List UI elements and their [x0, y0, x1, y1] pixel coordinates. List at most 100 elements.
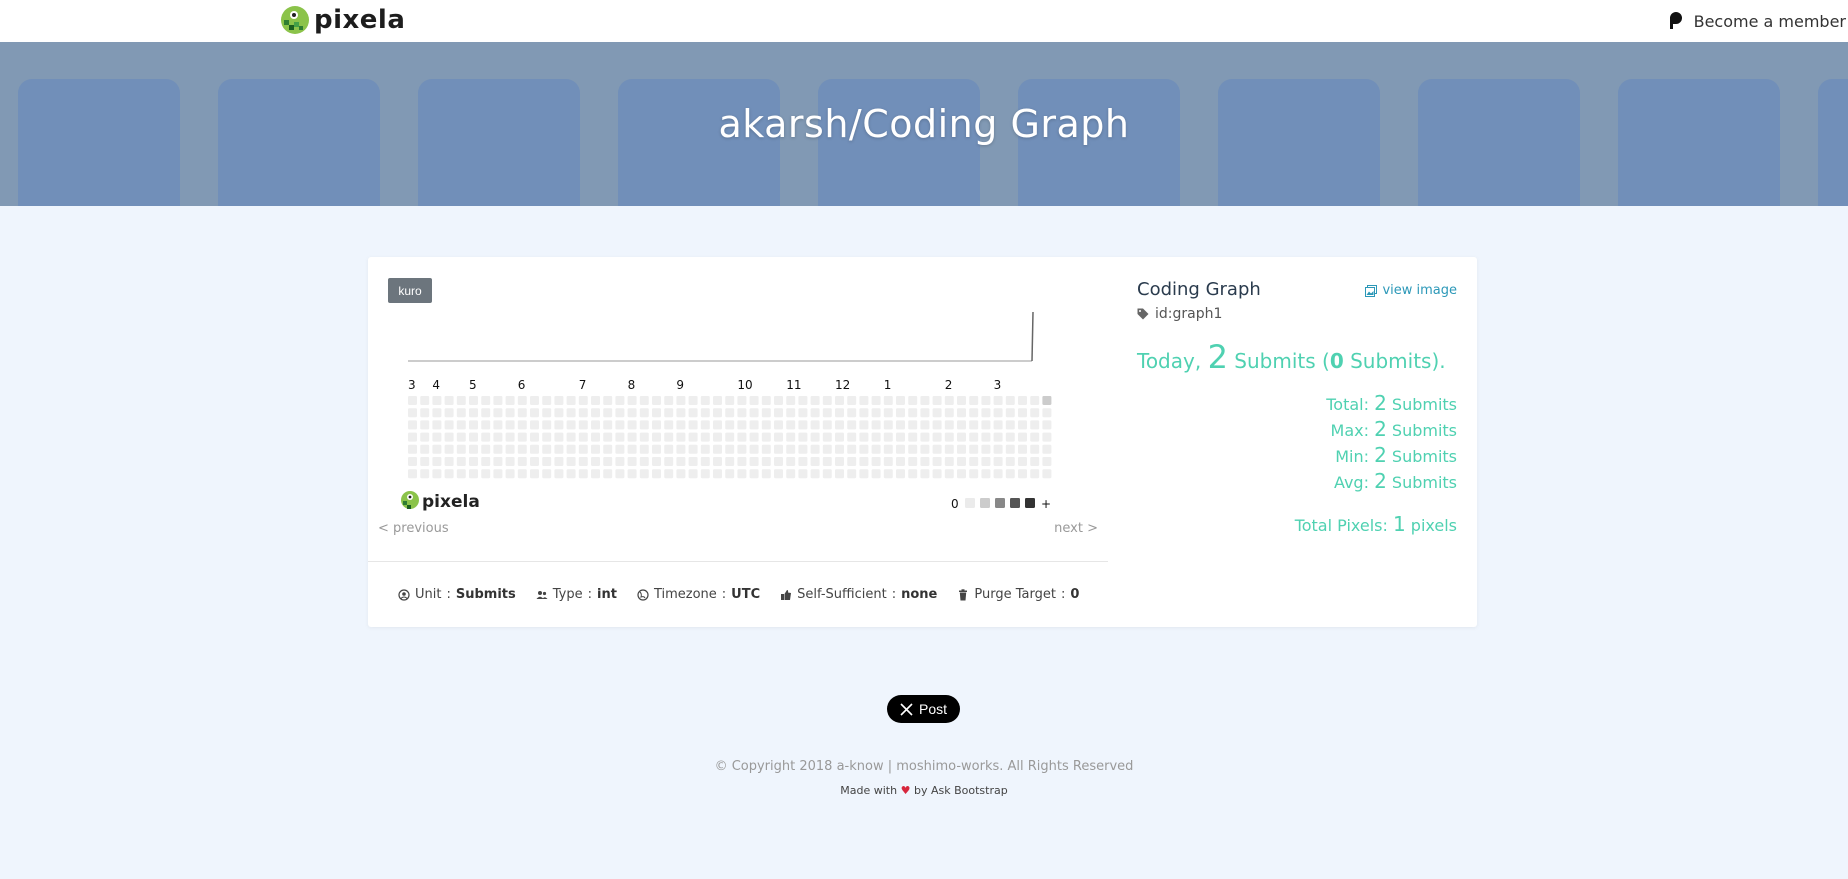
pixel[interactable]: [908, 432, 918, 442]
pixel[interactable]: [847, 457, 857, 466]
pixel[interactable]: [883, 469, 893, 479]
pixel[interactable]: [749, 408, 759, 418]
pixel[interactable]: [993, 408, 1003, 418]
pixel[interactable]: [615, 469, 625, 479]
pixel[interactable]: [749, 420, 759, 430]
pixel[interactable]: [896, 420, 905, 430]
pixel[interactable]: [1018, 420, 1027, 430]
pixel[interactable]: [578, 469, 588, 479]
pixel[interactable]: [932, 420, 942, 430]
pixel[interactable]: [578, 420, 588, 430]
pixel[interactable]: [603, 420, 613, 430]
pixel[interactable]: [408, 396, 417, 405]
pixel[interactable]: [859, 444, 869, 454]
pixel[interactable]: [444, 420, 454, 430]
pixel[interactable]: [1018, 432, 1027, 442]
pixel[interactable]: [932, 408, 942, 418]
pixel[interactable]: [883, 444, 893, 454]
pixel[interactable]: [493, 396, 503, 405]
pixel[interactable]: [957, 408, 966, 418]
pixel[interactable]: [432, 444, 442, 454]
pixel[interactable]: [1030, 420, 1040, 430]
pixel[interactable]: [432, 408, 442, 418]
pixel[interactable]: [981, 469, 991, 479]
pixel[interactable]: [920, 420, 930, 430]
pixel[interactable]: [981, 420, 991, 430]
pixel[interactable]: [456, 469, 466, 479]
pixel[interactable]: [871, 444, 881, 454]
pixel[interactable]: [749, 396, 759, 405]
pixel[interactable]: [749, 469, 759, 479]
pixel[interactable]: [530, 396, 539, 405]
pixel[interactable]: [713, 469, 722, 479]
pixel[interactable]: [810, 396, 820, 405]
pixel[interactable]: [993, 457, 1003, 466]
pixel[interactable]: [700, 457, 710, 466]
pixel[interactable]: [481, 408, 491, 418]
view-image-link[interactable]: view image: [1365, 283, 1457, 298]
pixel[interactable]: [688, 432, 698, 442]
pixel[interactable]: [469, 408, 478, 418]
pixel[interactable]: [664, 444, 674, 454]
pixel[interactable]: [944, 420, 954, 430]
pixel[interactable]: [883, 408, 893, 418]
pixel[interactable]: [639, 469, 649, 479]
pixel[interactable]: [432, 457, 442, 466]
pixel[interactable]: [993, 469, 1003, 479]
pixel[interactable]: [920, 408, 930, 418]
pixel[interactable]: [761, 396, 771, 405]
pixel[interactable]: [993, 432, 1003, 442]
pixel[interactable]: [981, 396, 991, 405]
pixel[interactable]: [859, 420, 869, 430]
pixel[interactable]: [615, 420, 625, 430]
pixel[interactable]: [798, 420, 808, 430]
pixel[interactable]: [481, 444, 491, 454]
pixel[interactable]: [481, 396, 491, 405]
pixel[interactable]: [737, 396, 747, 405]
pixel[interactable]: [542, 457, 552, 466]
pixel[interactable]: [1005, 432, 1015, 442]
pixel[interactable]: [420, 396, 430, 405]
pixel[interactable]: [578, 432, 588, 442]
pixel[interactable]: [871, 432, 881, 442]
pixel[interactable]: [652, 408, 661, 418]
pixel[interactable]: [908, 444, 918, 454]
pixel[interactable]: [542, 420, 552, 430]
pixel[interactable]: [408, 408, 417, 418]
pixel[interactable]: [883, 457, 893, 466]
pixel[interactable]: [420, 469, 430, 479]
pixel[interactable]: [505, 396, 515, 405]
pixel[interactable]: [1042, 457, 1052, 466]
pixel[interactable]: [725, 408, 735, 418]
pixel[interactable]: [603, 408, 613, 418]
pixel[interactable]: [469, 469, 478, 479]
pixel[interactable]: [554, 457, 564, 466]
pixel[interactable]: [469, 432, 478, 442]
pixel[interactable]: [896, 408, 905, 418]
pixel[interactable]: [786, 396, 796, 405]
pixel[interactable]: [1018, 457, 1027, 466]
pixel[interactable]: [542, 469, 552, 479]
pixel[interactable]: [713, 444, 722, 454]
pixel[interactable]: [981, 457, 991, 466]
pixel[interactable]: [627, 444, 637, 454]
pixel[interactable]: [786, 420, 796, 430]
pixel[interactable]: [1042, 469, 1052, 479]
pixel[interactable]: [700, 444, 710, 454]
pixel[interactable]: [591, 469, 600, 479]
pixel[interactable]: [725, 444, 735, 454]
pixel[interactable]: [481, 420, 491, 430]
pixel[interactable]: [761, 432, 771, 442]
pixel[interactable]: [517, 396, 527, 405]
pixel[interactable]: [1042, 420, 1052, 430]
pixel[interactable]: [737, 432, 747, 442]
pixel[interactable]: [786, 469, 796, 479]
pixel[interactable]: [566, 444, 576, 454]
pixel[interactable]: [1042, 444, 1052, 454]
pixel[interactable]: [627, 420, 637, 430]
pixel[interactable]: [615, 444, 625, 454]
pixel[interactable]: [481, 457, 491, 466]
pixel[interactable]: [798, 444, 808, 454]
pixel[interactable]: [1005, 469, 1015, 479]
pixel[interactable]: [822, 469, 832, 479]
